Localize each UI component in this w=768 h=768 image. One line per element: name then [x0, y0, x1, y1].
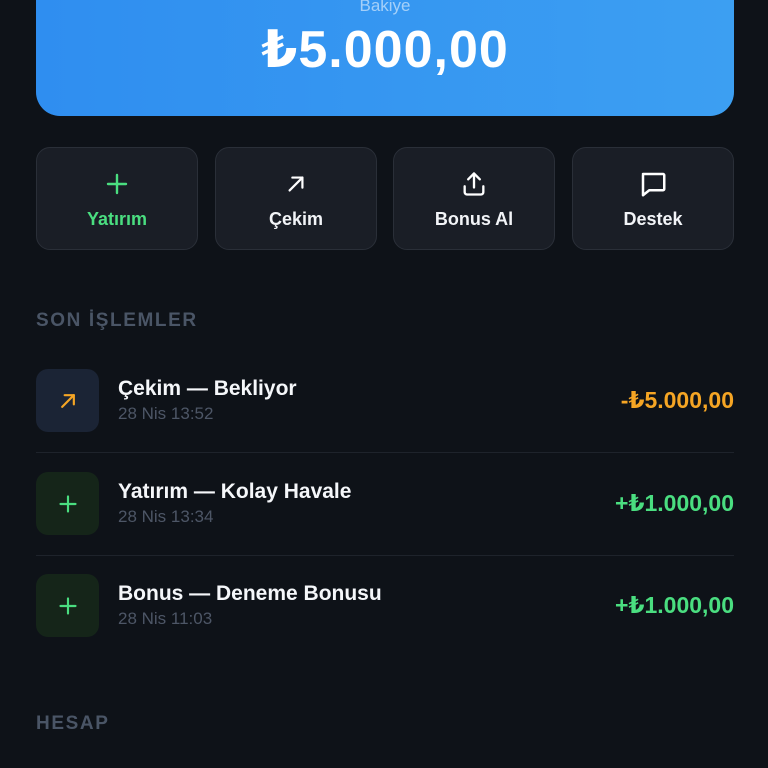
transaction-amount: -₺5.000,00	[620, 387, 734, 413]
recent-transactions-title: SON İŞLEMLER	[36, 310, 198, 331]
transaction-row[interactable]: Yatırım — Kolay Havale 28 Nis 13:34 +₺1.…	[36, 472, 734, 574]
transaction-amount: +₺1.000,00	[615, 490, 734, 516]
withdraw-button[interactable]: Çekim	[215, 147, 377, 250]
claim-bonus-label: Bonus Al	[434, 209, 514, 229]
divider	[36, 555, 734, 556]
share-upload-icon	[394, 170, 554, 198]
plus-icon	[36, 472, 99, 535]
transaction-title: Yatırım — Kolay Havale	[118, 480, 352, 503]
balance-amount: ₺5.000,00	[261, 21, 509, 79]
deposit-button[interactable]: Yatırım	[36, 147, 198, 250]
transaction-time: 28 Nis 13:34	[118, 507, 214, 526]
arrow-up-right-icon	[36, 369, 99, 432]
quick-actions: Yatırım Çekim Bonus Al Destek	[36, 147, 734, 250]
plus-icon	[36, 574, 99, 637]
chat-bubble-icon	[573, 170, 733, 198]
plus-icon	[37, 170, 197, 198]
arrow-up-right-icon	[216, 170, 376, 198]
withdraw-label: Çekim	[268, 209, 324, 229]
transaction-time: 28 Nis 13:52	[118, 404, 214, 423]
transaction-time: 28 Nis 11:03	[118, 609, 213, 628]
transaction-amount: +₺1.000,00	[615, 592, 734, 618]
transaction-row[interactable]: Çekim — Bekliyor 28 Nis 13:52 -₺5.000,00	[36, 369, 734, 471]
transaction-row[interactable]: Bonus — Deneme Bonusu 28 Nis 11:03 +₺1.0…	[36, 574, 734, 676]
divider	[36, 452, 734, 453]
transaction-title: Bonus — Deneme Bonusu	[118, 582, 382, 605]
claim-bonus-button[interactable]: Bonus Al	[393, 147, 555, 250]
account-section-title: HESAP	[36, 713, 110, 734]
support-label: Destek	[623, 209, 683, 229]
balance-label: Bakiye	[359, 0, 411, 15]
transaction-title: Çekim — Bekliyor	[118, 377, 297, 400]
balance-card: Bakiye ₺5.000,00	[36, 0, 734, 116]
wallet-screen: Bakiye ₺5.000,00 Yatırım Çekim Bonus Al …	[0, 0, 768, 768]
support-button[interactable]: Destek	[572, 147, 734, 250]
deposit-label: Yatırım	[86, 209, 148, 229]
